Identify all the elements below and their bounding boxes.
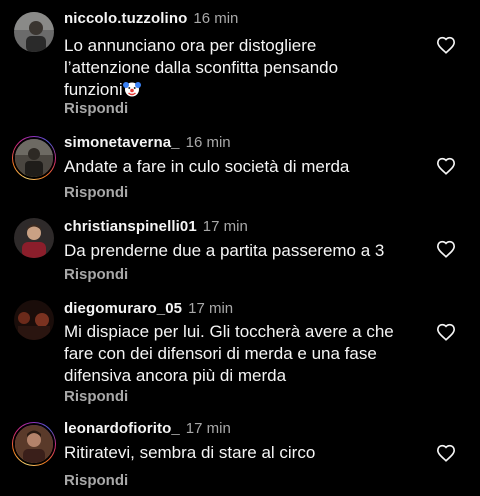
avatar[interactable]: [12, 136, 56, 180]
avatar-photo: [14, 300, 54, 340]
comment-text-line: Da prenderne due a partita passeremo a 3: [64, 241, 385, 260]
comment-text-line: Ritiratevi, sembra di stare al circo: [64, 443, 316, 462]
comment-text: Andate a fare in culo società di merda: [64, 156, 414, 178]
comment-text: Da prenderne due a partita passeremo a 3: [64, 240, 414, 262]
reply-button[interactable]: Rispondi: [64, 266, 128, 283]
heart-outline-icon[interactable]: [436, 36, 456, 54]
comment-username[interactable]: niccolo.tuzzolino: [64, 10, 187, 27]
comment-username[interactable]: leonardofiorito_: [64, 420, 180, 437]
avatar-photo: [15, 425, 53, 463]
avatar[interactable]: [12, 216, 56, 260]
comment-text-line: funzioni: [64, 80, 123, 99]
comment-text: Ritiratevi, sembra di stare al circo: [64, 442, 414, 464]
avatar-photo: [14, 12, 54, 52]
comment-timestamp: 17 min: [202, 218, 248, 235]
reply-button[interactable]: Rispondi: [64, 388, 128, 405]
comment-text: Mi dispiace per lui. Gli toccherà avere …: [64, 321, 414, 387]
avatar[interactable]: [12, 10, 56, 54]
comment-text-line: fare con dei difensori di merda e una fa…: [64, 344, 377, 363]
reply-button[interactable]: Rispondi: [64, 184, 128, 201]
comment-text-line: Mi dispiace per lui. Gli toccherà avere …: [64, 322, 394, 341]
heart-outline-icon[interactable]: [436, 323, 456, 341]
comment-timestamp: 16 min: [193, 10, 239, 27]
comment-username[interactable]: simonetaverna_: [64, 134, 180, 151]
comment-text-line: Lo annunciano ora per distogliere: [64, 36, 317, 55]
comment-text-line: l’attenzione dalla sconfitta pensando: [64, 58, 339, 77]
heart-outline-icon[interactable]: [436, 444, 456, 462]
comment-timestamp: 16 min: [185, 134, 231, 151]
avatar-photo: [14, 218, 54, 258]
reply-button[interactable]: Rispondi: [64, 100, 128, 117]
avatar[interactable]: [12, 298, 56, 342]
heart-outline-icon[interactable]: [436, 157, 456, 175]
heart-outline-icon[interactable]: [436, 240, 456, 258]
reply-button[interactable]: Rispondi: [64, 472, 128, 489]
comment-text-line: Andate a fare in culo società di merda: [64, 157, 350, 176]
avatar[interactable]: [12, 422, 56, 466]
comment-text: Lo annunciano ora per distogliere l’atte…: [64, 35, 414, 104]
avatar-photo: [15, 139, 53, 177]
comment-username[interactable]: christianspinelli01: [64, 218, 197, 235]
comment-username[interactable]: diegomuraro_05: [64, 300, 182, 317]
comment-timestamp: 17 min: [188, 300, 234, 317]
comment-timestamp: 17 min: [185, 420, 231, 437]
comment-text-line: difensiva ancora più di merda: [64, 366, 287, 385]
